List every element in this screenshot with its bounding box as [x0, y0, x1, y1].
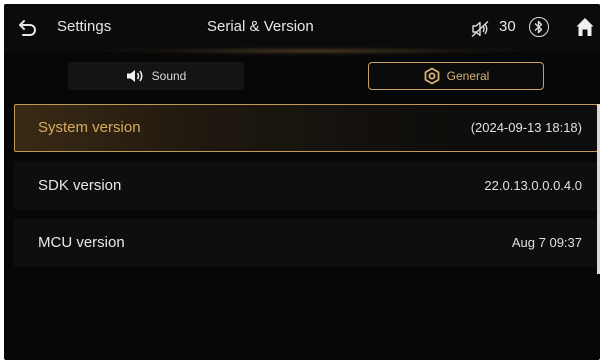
section-title: Settings — [57, 18, 112, 35]
tab-general[interactable]: General — [368, 62, 544, 90]
tab-sound[interactable]: Sound — [68, 62, 244, 90]
list-scrollbar[interactable] — [597, 104, 600, 274]
sdk-version-row[interactable]: SDK version 22.0.13.0.0.0.4.0 — [14, 162, 598, 210]
volume-mute-icon[interactable] — [470, 20, 490, 38]
mcu-version-label: MCU version — [38, 234, 125, 251]
mcu-version-row[interactable]: MCU version Aug 7 09:37 — [14, 219, 598, 267]
system-version-row[interactable]: System version (2024-09-13 18:18) — [14, 104, 598, 152]
home-icon[interactable] — [576, 17, 594, 37]
speaker-icon — [126, 70, 143, 82]
sdk-version-value: 22.0.13.0.0.0.4.0 — [484, 178, 582, 193]
sdk-version-label: SDK version — [38, 177, 122, 194]
bluetooth-icon[interactable] — [529, 17, 549, 37]
gear-icon — [424, 67, 440, 85]
mcu-version-value: Aug 7 09:37 — [511, 235, 582, 250]
system-version-value: (2024-09-13 18:18) — [470, 120, 582, 135]
volume-level: 30 — [499, 18, 516, 35]
back-icon[interactable] — [18, 19, 38, 37]
head-unit-screen: Settings Serial & Version 30 Sound Gener… — [4, 4, 600, 360]
tab-sound-label: Sound — [151, 69, 187, 83]
page-title: Serial & Version — [207, 18, 314, 35]
top-bar: Settings Serial & Version 30 — [4, 4, 600, 56]
system-version-label: System version — [38, 119, 141, 136]
header-glow — [94, 46, 534, 56]
tab-general-label: General — [446, 69, 490, 83]
